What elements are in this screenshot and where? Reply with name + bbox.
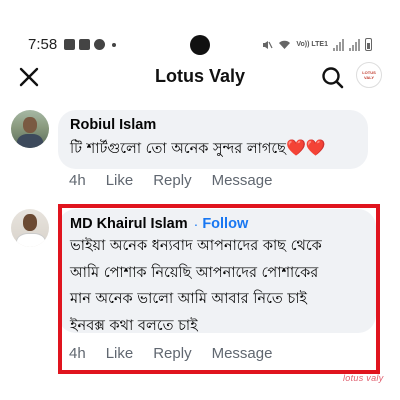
search-icon <box>322 67 344 89</box>
comment-time: 4h <box>69 172 86 189</box>
messenger-icon <box>94 39 105 50</box>
message-button[interactable]: Message <box>212 172 273 189</box>
status-time: 7:58 <box>28 36 58 53</box>
like-button[interactable]: Like <box>106 172 134 189</box>
search-button[interactable] <box>320 65 346 91</box>
comment-text-line: ভাইয়া অনেক ধন্যবাদ আপনাদের কাছ থেকে <box>70 238 322 254</box>
gallery-icon <box>64 39 75 50</box>
comment-text-line: ইনবক্স কথা বলতে চাই <box>70 317 198 334</box>
follow-button[interactable]: Follow <box>202 216 248 232</box>
page-avatar-logo[interactable]: LOTUS VALY <box>356 62 382 88</box>
comment-author-row: MD Khairul Islam · Follow <box>70 216 364 232</box>
comment-text: টি শার্টগুলো তো অনেক সুন্দর লাগছে❤️❤️ <box>70 136 356 161</box>
comment-text-line: আমি পোশাক নিয়েছি আপনাদের পোশাকের <box>70 264 319 281</box>
comment-author[interactable]: Robiul Islam <box>70 117 356 133</box>
signal-2-icon <box>349 38 360 51</box>
status-left-icons <box>64 39 116 50</box>
heart-emoji-icon: ❤️❤️ <box>285 138 326 157</box>
network-type-label: Vo)) LTE1 <box>296 41 328 48</box>
like-button[interactable]: Like <box>106 345 134 362</box>
more-notifications-dot-icon <box>112 42 116 47</box>
camera-cutout <box>190 35 210 55</box>
status-bar <box>0 0 400 34</box>
comment-bubble: Robiul Islam টি শার্টগুলো তো অনেক সুন্দর… <box>58 110 368 169</box>
watermark: lotus valy <box>343 373 384 383</box>
signal-1-icon <box>333 38 344 51</box>
avatar[interactable] <box>11 110 49 148</box>
reply-button[interactable]: Reply <box>153 172 191 189</box>
separator-dot: · <box>193 216 199 232</box>
battery-icon <box>365 38 372 51</box>
comment-text: ভাইয়া অনেক ধন্যবাদ আপনাদের কাছ থেকে আমি… <box>70 233 364 339</box>
notification-icon <box>79 39 90 50</box>
comment-actions: 4h Like Reply Message <box>69 172 272 189</box>
message-button[interactable]: Message <box>212 345 273 362</box>
reply-button[interactable]: Reply <box>153 345 191 362</box>
comment-text-body: টি শার্টগুলো তো অনেক সুন্দর লাগছে <box>70 141 286 157</box>
comment-actions: 4h Like Reply Message <box>69 345 272 362</box>
comment-time: 4h <box>69 345 86 362</box>
header-bar: Lotus Valy LOTUS VALY <box>0 60 400 96</box>
mute-icon <box>263 40 273 49</box>
status-right-icons: Vo)) LTE1 <box>261 38 372 51</box>
wifi-icon <box>279 40 291 49</box>
avatar[interactable] <box>11 209 49 247</box>
comment-author[interactable]: MD Khairul Islam <box>70 216 188 232</box>
comment-text-line: মান অনেক ভালো আমি আবার নিতে চাই <box>70 291 307 307</box>
comment-bubble: MD Khairul Islam · Follow ভাইয়া অনেক ধন… <box>58 209 376 334</box>
